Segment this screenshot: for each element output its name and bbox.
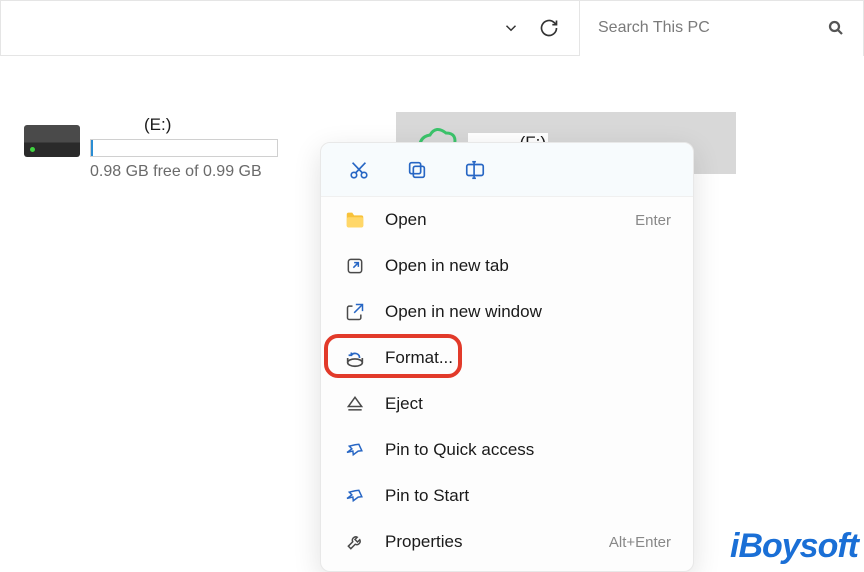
format-icon bbox=[343, 346, 367, 370]
copy-icon[interactable] bbox=[403, 156, 431, 184]
menu-open[interactable]: Open Enter bbox=[321, 197, 693, 243]
menu-open-tab-label: Open in new tab bbox=[385, 256, 671, 276]
menu-pin-quick[interactable]: Pin to Quick access bbox=[321, 427, 693, 473]
menu-open-shortcut: Enter bbox=[635, 212, 671, 229]
drive-e-label: (E:) bbox=[90, 115, 278, 135]
rename-icon[interactable] bbox=[461, 156, 489, 184]
menu-open-tab[interactable]: Open in new tab bbox=[321, 243, 693, 289]
menu-open-label: Open bbox=[385, 210, 617, 230]
drive-e-info: (E:) 0.98 GB free of 0.99 GB bbox=[90, 115, 278, 181]
address-bar-area bbox=[1, 1, 579, 55]
search-icon bbox=[827, 19, 845, 37]
drive-e[interactable]: (E:) 0.98 GB free of 0.99 GB bbox=[24, 115, 278, 181]
menu-open-window-label: Open in new window bbox=[385, 302, 671, 322]
wrench-icon bbox=[343, 530, 367, 554]
drive-e-usage-bar bbox=[90, 139, 278, 157]
menu-pin-start-label: Pin to Start bbox=[385, 486, 671, 506]
eject-icon bbox=[343, 392, 367, 416]
refresh-icon[interactable] bbox=[539, 18, 559, 38]
menu-pin-start[interactable]: Pin to Start bbox=[321, 473, 693, 519]
chevron-down-icon[interactable] bbox=[501, 18, 521, 38]
search-box[interactable]: Search This PC bbox=[579, 1, 863, 56]
search-placeholder: Search This PC bbox=[598, 19, 827, 37]
open-window-icon bbox=[343, 300, 367, 324]
drive-e-status: 0.98 GB free of 0.99 GB bbox=[90, 163, 278, 181]
menu-format-label: Format... bbox=[385, 348, 671, 368]
toolbar: Search This PC bbox=[0, 0, 864, 56]
context-menu: Open Enter Open in new tab Open in new w… bbox=[320, 142, 694, 572]
menu-properties-label: Properties bbox=[385, 532, 591, 552]
drive-icon bbox=[24, 125, 80, 157]
menu-pin-quick-label: Pin to Quick access bbox=[385, 440, 671, 460]
context-menu-toolbar bbox=[321, 143, 693, 197]
menu-eject-label: Eject bbox=[385, 394, 671, 414]
menu-properties-shortcut: Alt+Enter bbox=[609, 534, 671, 551]
cut-icon[interactable] bbox=[345, 156, 373, 184]
watermark: iBoysoft bbox=[730, 527, 858, 566]
menu-properties[interactable]: Properties Alt+Enter bbox=[321, 519, 693, 565]
pin-icon bbox=[343, 484, 367, 508]
pin-icon bbox=[343, 438, 367, 462]
menu-open-window[interactable]: Open in new window bbox=[321, 289, 693, 335]
folder-icon bbox=[343, 208, 367, 232]
menu-eject[interactable]: Eject bbox=[321, 381, 693, 427]
drive-e-usage-fill bbox=[91, 140, 93, 156]
open-tab-icon bbox=[343, 254, 367, 278]
menu-format[interactable]: Format... bbox=[321, 335, 693, 381]
